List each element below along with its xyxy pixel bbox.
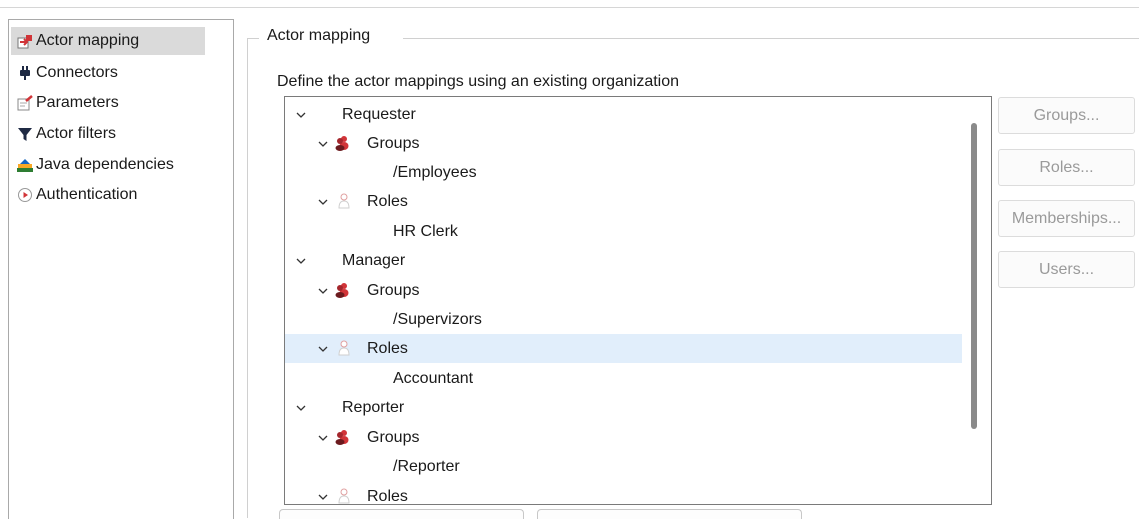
tree-row-label: Roles <box>367 192 408 210</box>
description-label: Define the actor mappings using an exist… <box>277 73 680 90</box>
tree-row[interactable]: Roles <box>285 482 962 505</box>
group-border-left <box>247 38 248 518</box>
sidebar-item-actor-filters[interactable]: Actor filters <box>11 120 116 148</box>
groups-icon <box>335 283 349 298</box>
tree-scrollbar-thumb[interactable] <box>971 123 977 429</box>
tree-row-label: Manager <box>342 251 406 269</box>
tree-row[interactable]: /Reporter <box>285 452 962 481</box>
roles-icon <box>338 193 350 209</box>
sidebar-item-label: Authentication <box>36 186 138 203</box>
tree-row-label: Groups <box>367 134 420 152</box>
parameters-icon <box>17 95 33 111</box>
chevron-down-icon[interactable] <box>317 432 329 444</box>
sidebar-item-label: Parameters <box>36 94 119 111</box>
sidebar-nav: Actor mapping Connectors Parameters Acto… <box>8 19 234 519</box>
sidebar-item-actor-mapping[interactable]: Actor mapping <box>11 27 205 55</box>
users-button[interactable]: Users... <box>998 251 1135 288</box>
roles-icon <box>338 488 350 504</box>
tree-row-label: Requester <box>342 105 416 123</box>
tree-row[interactable]: Groups <box>285 423 962 452</box>
tree-row-label: Groups <box>367 281 420 299</box>
tree-row-label: /Supervizors <box>393 310 482 328</box>
roles-button[interactable]: Roles... <box>998 149 1135 186</box>
sidebar-item-authentication[interactable]: Authentication <box>11 181 137 209</box>
tree-row[interactable]: Accountant <box>285 364 962 393</box>
tree-row-label: /Employees <box>393 163 477 181</box>
memberships-button[interactable]: Memberships... <box>998 200 1135 237</box>
sidebar-item-label: Java dependencies <box>36 156 174 173</box>
tree-row[interactable]: Roles <box>285 187 962 216</box>
tree-row[interactable]: /Employees <box>285 158 962 187</box>
tree-row-label: Reporter <box>342 398 405 416</box>
tree-row[interactable]: HR Clerk <box>285 217 962 246</box>
group-title: Actor mapping <box>265 27 373 45</box>
actor-mapping-tree[interactable]: Requester Groups /Employees Roles HR Cle… <box>284 96 992 505</box>
sidebar-item-label: Actor mapping <box>36 32 140 49</box>
chevron-down-icon[interactable] <box>295 109 307 121</box>
group-border-top <box>403 38 1139 39</box>
tree-row[interactable]: Groups <box>285 129 962 158</box>
tree-row-label: Roles <box>367 339 408 357</box>
sidebar-item-label: Connectors <box>36 64 118 81</box>
tree-row[interactable]: Manager <box>285 246 962 275</box>
tree-row[interactable]: Requester <box>285 100 962 129</box>
chevron-down-icon[interactable] <box>317 138 329 150</box>
chevron-down-icon[interactable] <box>317 491 329 503</box>
group-border-top <box>247 38 259 39</box>
authentication-icon <box>17 187 33 203</box>
tree-row-label: /Reporter <box>393 457 460 475</box>
actor-mapping-icon <box>17 33 33 49</box>
tree-row-label: Accountant <box>393 369 474 387</box>
groups-button[interactable]: Groups... <box>998 97 1135 134</box>
groups-icon <box>335 136 349 151</box>
sidebar-item-parameters[interactable]: Parameters <box>11 89 119 117</box>
tree-row-label: Roles <box>367 487 408 505</box>
connector-plug-icon <box>17 65 33 81</box>
bottom-button-right[interactable] <box>537 509 802 519</box>
bottom-button-left[interactable] <box>279 509 524 519</box>
sidebar-item-label: Actor filters <box>36 125 117 142</box>
sidebar-item-connectors[interactable]: Connectors <box>11 59 118 87</box>
chevron-down-icon[interactable] <box>295 255 307 267</box>
tree-row[interactable]: Groups <box>285 276 962 305</box>
tree-row-label: HR Clerk <box>393 222 458 240</box>
roles-icon <box>338 340 350 356</box>
chevron-down-icon[interactable] <box>317 196 329 208</box>
tree-row[interactable]: /Supervizors <box>285 305 962 334</box>
chevron-down-icon[interactable] <box>295 402 307 414</box>
java-dependencies-icon <box>17 157 33 173</box>
tree-row-label: Groups <box>367 428 420 446</box>
filter-funnel-icon <box>17 126 33 142</box>
top-separator <box>0 7 1139 8</box>
tree-row-selected[interactable]: Roles <box>285 334 962 363</box>
tree-row[interactable]: Reporter <box>285 393 962 422</box>
sidebar-item-java-dependencies[interactable]: Java dependencies <box>11 151 174 179</box>
chevron-down-icon[interactable] <box>317 285 329 297</box>
groups-icon <box>335 430 349 445</box>
chevron-down-icon[interactable] <box>317 343 329 355</box>
